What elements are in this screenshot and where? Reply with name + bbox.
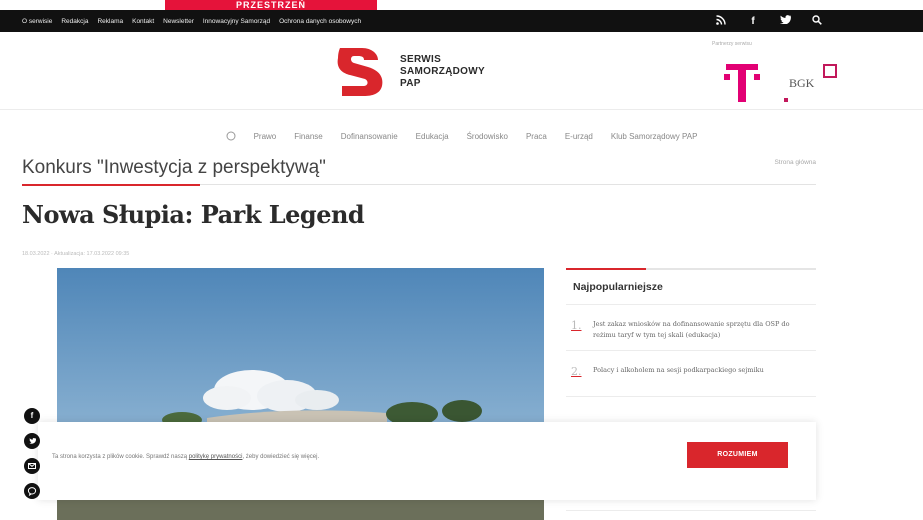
main-nav: Prawo Finanse Dofinansowanie Edukacja Śr… [0, 126, 923, 146]
telekom-logo-icon[interactable] [724, 60, 760, 104]
breadcrumb[interactable]: Strona główna [774, 159, 816, 166]
social-share-bar: f [24, 408, 40, 499]
cookie-message-end: , żeby dowiedzieć się więcej. [242, 454, 320, 460]
messenger-share-icon[interactable] [24, 483, 40, 499]
article-headline: Nowa Słupia: Park Legend [22, 200, 365, 229]
top-bar: O serwisie Redakcja Reklama Kontakt News… [0, 10, 923, 32]
promo-banner[interactable]: PRZESTRZEŃ [0, 0, 923, 10]
cookie-message-text: Ta strona korzysta z plików cookie. Spra… [52, 454, 188, 460]
top-link-reklama[interactable]: Reklama [97, 18, 123, 25]
list-item[interactable]: 1. Jest zakaz wniosków na dofinansowanie… [566, 305, 816, 351]
section-title-underline [22, 184, 200, 186]
bgk-dot-icon [784, 98, 788, 102]
top-link-kontakt[interactable]: Kontakt [132, 18, 154, 25]
cookie-banner: Ta strona korzysta z plików cookie. Spra… [38, 422, 816, 500]
twitter-icon[interactable] [779, 15, 791, 27]
pap-logo-icon[interactable] [336, 46, 386, 98]
nav-item-dofinansowanie[interactable]: Dofinansowanie [341, 132, 398, 141]
bgk-logo[interactable]: BGK [784, 60, 845, 104]
logo-line-2: SAMORZĄDOWY [400, 66, 485, 77]
logo-line-3: PAP [400, 78, 421, 89]
site-logo-text[interactable]: SERWIS SAMORZĄDOWY PAP [400, 54, 485, 90]
search-icon[interactable] [811, 14, 823, 28]
email-share-icon[interactable] [24, 458, 40, 474]
nav-item-edukacja[interactable]: Edukacja [416, 132, 449, 141]
rss-icon[interactable] [715, 14, 727, 28]
list-item-title[interactable]: Jest zakaz wniosków na dofinansowanie sp… [593, 319, 811, 350]
sidebar-heading: Najpopularniejsze [566, 270, 816, 305]
top-link-o-serwisie[interactable]: O serwisie [22, 18, 52, 25]
article-meta: 18.03.2022 · Aktualizacja: 17.03.2022 09… [22, 251, 130, 257]
article-image-bottom [57, 500, 544, 520]
promo-banner-text[interactable]: PRZESTRZEŃ [165, 0, 377, 10]
cookie-message: Ta strona korzysta z plików cookie. Spra… [52, 454, 319, 460]
partners-label: Partnerzy serwisu [712, 41, 752, 47]
list-item-number: 1. [571, 319, 582, 332]
popular-sidebar: Najpopularniejsze 1. Jest zakaz wniosków… [566, 268, 816, 397]
top-link-newsletter[interactable]: Newsletter [163, 18, 194, 25]
home-icon[interactable] [226, 131, 236, 141]
nav-item-e-urzad[interactable]: E-urząd [565, 132, 593, 141]
twitter-share-icon[interactable] [24, 433, 40, 449]
site-header: SERWIS SAMORZĄDOWY PAP Partnerzy serwisu… [0, 32, 923, 110]
logo-line-1: SERWIS [400, 54, 442, 65]
nav-item-praca[interactable]: Praca [526, 132, 547, 141]
privacy-policy-link[interactable]: politykę prywatności [189, 454, 243, 460]
facebook-icon[interactable]: f [747, 16, 759, 27]
list-item-number: 2. [571, 365, 582, 378]
sidebar-divider [566, 510, 816, 511]
bgk-square-icon [823, 64, 837, 78]
top-link-ochrona-danych[interactable]: Ochrona danych osobowych [279, 18, 361, 25]
facebook-share-icon[interactable]: f [24, 408, 40, 424]
bgk-logo-text: BGK [789, 76, 815, 90]
cookie-accept-button[interactable]: ROZUMIEM [687, 442, 788, 468]
section-title[interactable]: Konkurs "Inwestycja z perspektywą" [22, 153, 816, 183]
nav-item-srodowisko[interactable]: Środowisko [467, 132, 508, 141]
list-item-title[interactable]: Polacy i alkoholem na sesji podkarpackie… [593, 365, 811, 396]
list-item[interactable]: 2. Polacy i alkoholem na sesji podkarpac… [566, 351, 816, 397]
top-icons: f [715, 10, 823, 32]
top-link-redakcja[interactable]: Redakcja [61, 18, 88, 25]
nav-item-finanse[interactable]: Finanse [294, 132, 322, 141]
nav-item-klub-samorzadowy[interactable]: Klub Samorządowy PAP [611, 132, 698, 141]
top-link-innowacyjny-samorzad[interactable]: Innowacyjny Samorząd [203, 18, 270, 25]
section-header: Konkurs "Inwestycja z perspektywą" Stron… [22, 153, 816, 186]
top-links: O serwisie Redakcja Reklama Kontakt News… [0, 18, 361, 25]
nav-item-prawo[interactable]: Prawo [254, 132, 277, 141]
